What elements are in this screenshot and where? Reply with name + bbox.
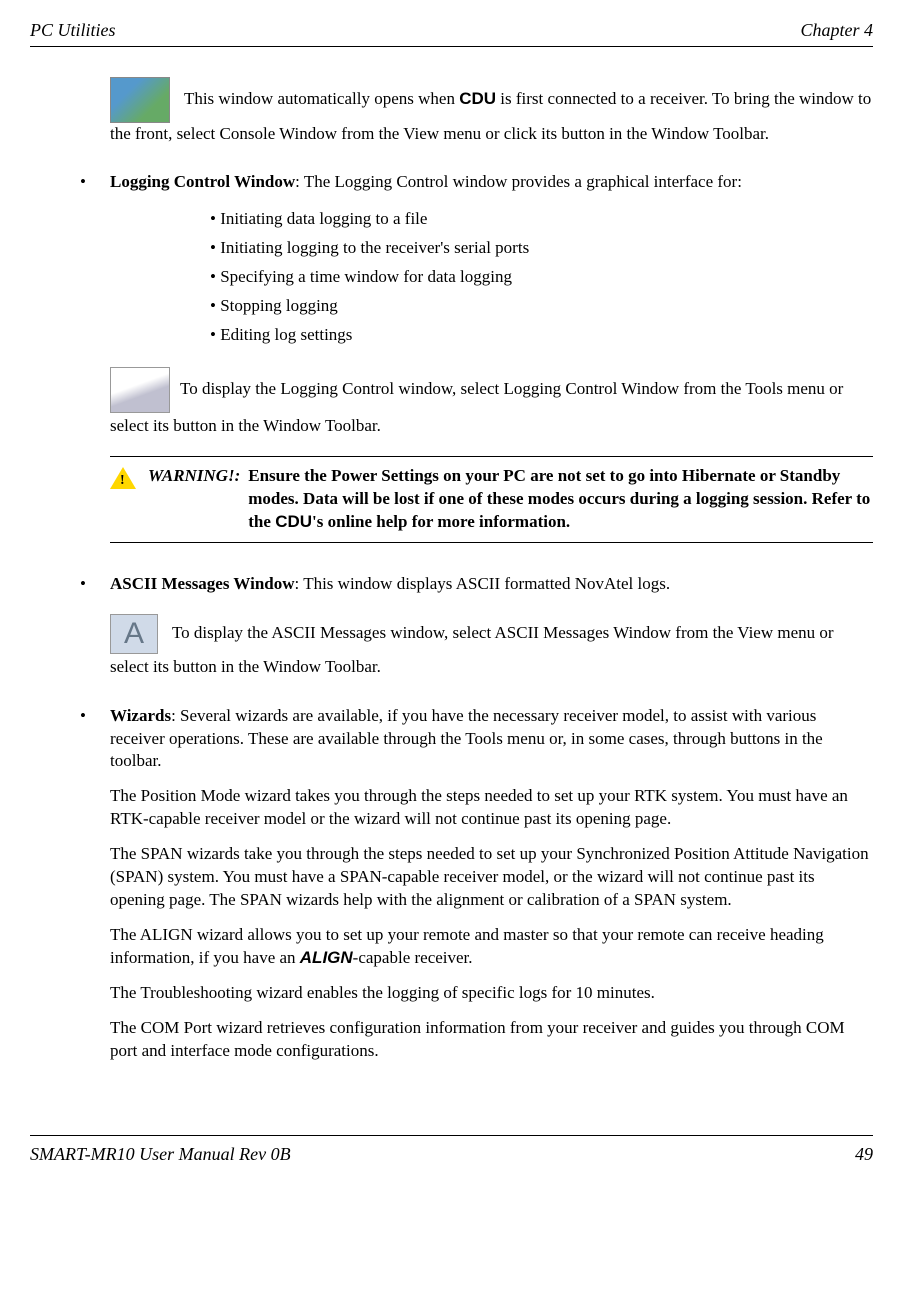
cdu-term: CDU (459, 89, 496, 108)
footer-left: SMART-MR10 User Manual Rev 0B (30, 1142, 291, 1166)
list-item: • Stopping logging (210, 295, 873, 318)
warning-icon-col (110, 465, 148, 534)
ascii-title: ASCII Messages Window (110, 574, 295, 593)
warning-label: WARNING!: (148, 465, 248, 534)
warning-icon (110, 467, 136, 489)
content-area: This window automatically opens when CDU… (110, 77, 873, 1075)
logging-title: Logging Control Window (110, 172, 295, 191)
text: To display the ASCII Messages window, se… (110, 623, 834, 676)
warning-block: WARNING!: Ensure the Power Settings on y… (110, 456, 873, 543)
wizards-p3: The ALIGN wizard allows you to set up yo… (110, 924, 873, 970)
text: -capable receiver. (353, 948, 473, 967)
wizards-p1: The Position Mode wizard takes you throu… (110, 785, 873, 831)
wizards-bullet: • Wizards: Several wizards are available… (80, 705, 873, 1075)
list-item: • Editing log settings (210, 324, 873, 347)
logging-desc: : The Logging Control window provides a … (295, 172, 742, 191)
list-item: • Initiating data logging to a file (210, 208, 873, 231)
list-item: • Specifying a time window for data logg… (210, 266, 873, 289)
wizards-p2: The SPAN wizards take you through the st… (110, 843, 873, 912)
list-item: • Initiating logging to the receiver's s… (210, 237, 873, 260)
warning-row: WARNING!: Ensure the Power Settings on y… (148, 465, 873, 534)
ascii-bullet: • ASCII Messages Window: This window dis… (80, 573, 873, 596)
bullet-marker: • (80, 573, 110, 596)
page-footer: SMART-MR10 User Manual Rev 0B 49 (30, 1135, 873, 1166)
header-left: PC Utilities (30, 18, 116, 42)
logging-sub-bullets: • Initiating data logging to a file • In… (210, 208, 873, 347)
bullet-body: ASCII Messages Window: This window displ… (110, 573, 873, 596)
wizards-intro: Wizards: Several wizards are available, … (110, 705, 873, 774)
text: To display the Logging Control window, s… (110, 379, 843, 435)
bullet-body: Wizards: Several wizards are available, … (110, 705, 873, 1075)
text: 's online help for more information. (312, 512, 570, 531)
footer-right: 49 (855, 1142, 873, 1166)
bullet-marker: • (80, 705, 110, 1075)
console-window-paragraph: This window automatically opens when CDU… (110, 77, 873, 146)
ascii-a-icon: A (110, 614, 158, 654)
wizards-title: Wizards (110, 706, 171, 725)
bullet-marker: • (80, 171, 110, 194)
logging-icon (110, 367, 170, 413)
warning-text: Ensure the Power Settings on your PC are… (248, 465, 873, 534)
logging-bullet: • Logging Control Window: The Logging Co… (80, 171, 873, 194)
cdu-term: CDU (275, 512, 312, 531)
ascii-desc: : This window displays ASCII formatted N… (295, 574, 671, 593)
text: This window automatically opens when (180, 89, 459, 108)
header-right: Chapter 4 (800, 18, 873, 42)
wizards-desc: : Several wizards are available, if you … (110, 706, 823, 771)
page-header: PC Utilities Chapter 4 (30, 18, 873, 47)
align-term: ALIGN (300, 948, 353, 967)
bullet-body: Logging Control Window: The Logging Cont… (110, 171, 873, 194)
ascii-tool-paragraph: A To display the ASCII Messages window, … (110, 614, 873, 680)
wizards-p5: The COM Port wizard retrieves configurat… (110, 1017, 873, 1063)
novatel-icon (110, 77, 170, 123)
logging-tool-paragraph: To display the Logging Control window, s… (110, 367, 873, 439)
wizards-p4: The Troubleshooting wizard enables the l… (110, 982, 873, 1005)
